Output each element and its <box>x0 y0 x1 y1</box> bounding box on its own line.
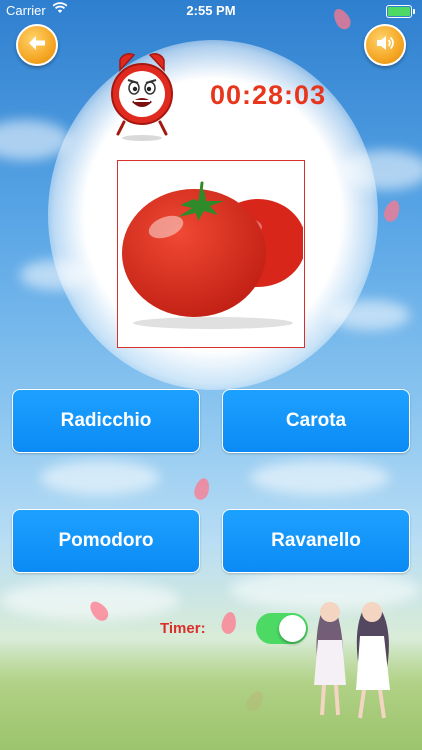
timer-toggle[interactable] <box>256 613 308 644</box>
alarm-clock-icon <box>106 50 178 142</box>
question-image-frame <box>117 160 306 348</box>
toggle-knob <box>279 615 306 642</box>
petal <box>381 198 403 224</box>
girls-illustration <box>302 590 402 720</box>
timer-setting-label: Timer: <box>160 620 206 637</box>
status-bar: Carrier 2:55 PM <box>0 0 422 22</box>
petal <box>220 610 238 636</box>
answer-button-3[interactable]: Pomodoro <box>12 509 200 573</box>
petal <box>192 476 212 502</box>
answer-button-2[interactable]: Carota <box>222 389 410 453</box>
sound-button[interactable] <box>364 24 406 66</box>
answer-button-1[interactable]: Radicchio <box>12 389 200 453</box>
countdown-timer: 00:28:03 <box>210 80 327 110</box>
back-arrow-icon <box>26 32 48 59</box>
back-button[interactable] <box>16 24 58 66</box>
battery-icon <box>386 5 415 18</box>
speaker-icon <box>374 32 396 59</box>
status-time: 2:55 PM <box>186 3 236 18</box>
petal <box>86 598 112 624</box>
answer-button-4[interactable]: Ravanello <box>222 509 410 573</box>
tomato-image <box>122 181 306 329</box>
